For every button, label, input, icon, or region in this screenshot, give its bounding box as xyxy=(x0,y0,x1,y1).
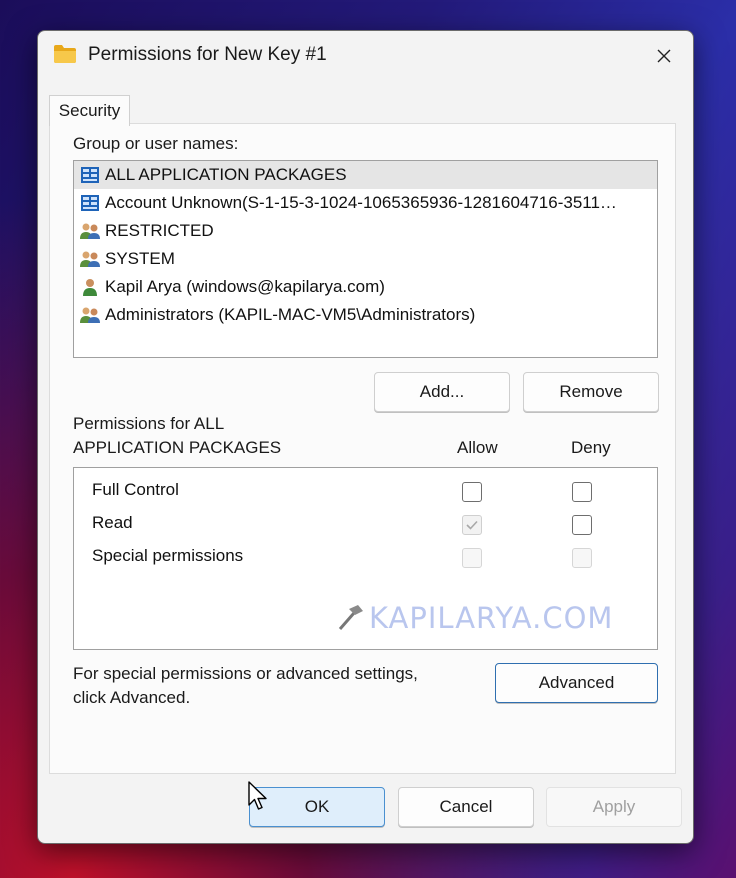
close-icon xyxy=(657,49,671,63)
permission-row-read: Read xyxy=(74,509,657,542)
list-item[interactable]: RESTRICTED xyxy=(74,217,657,245)
permission-name: Full Control xyxy=(92,480,179,499)
window-title: Permissions for New Key #1 xyxy=(88,44,327,65)
tab-security[interactable]: Security xyxy=(49,95,130,126)
folder-icon xyxy=(54,45,76,63)
cancel-button[interactable]: Cancel xyxy=(398,787,534,827)
user-icon xyxy=(83,279,97,296)
permissions-label-line1: Permissions for ALL xyxy=(73,414,225,433)
hammer-icon xyxy=(338,605,363,630)
app-packages-icon xyxy=(81,195,99,211)
security-panel: Group or user names: ALL APPLICATION PAC… xyxy=(49,123,676,774)
group-icon xyxy=(80,223,100,239)
list-item[interactable]: ALL APPLICATION PACKAGES xyxy=(74,161,657,189)
user-name: RESTRICTED xyxy=(105,221,214,240)
user-name: Administrators (KAPIL-MAC-VM5\Administra… xyxy=(105,305,476,324)
special-deny-checkbox[interactable] xyxy=(572,548,592,568)
special-allow-checkbox[interactable] xyxy=(462,548,482,568)
list-item[interactable]: Account Unknown(S-1-15-3-1024-1065365936… xyxy=(74,189,657,217)
permissions-list: Full Control Read Special permissions KA… xyxy=(73,467,658,650)
ok-button[interactable]: OK xyxy=(249,787,385,827)
permissions-label-line2: APPLICATION PACKAGES xyxy=(73,438,282,457)
deny-header: Deny xyxy=(571,438,611,457)
advanced-hint-line1: For special permissions or advanced sett… xyxy=(73,664,418,683)
users-label: Group or user names: xyxy=(73,134,239,153)
permissions-dialog: Permissions for New Key #1 Security Grou… xyxy=(37,30,694,844)
watermark-text: KAPILARYA.COM xyxy=(369,601,614,635)
user-list[interactable]: ALL APPLICATION PACKAGES Account Unknown… xyxy=(73,160,658,358)
permission-name: Read xyxy=(92,513,133,532)
user-name: Account Unknown(S-1-15-3-1024-1065365936… xyxy=(105,193,617,212)
permission-row-full-control: Full Control xyxy=(74,476,657,509)
allow-header: Allow xyxy=(457,438,498,457)
group-icon xyxy=(80,251,100,267)
list-item[interactable]: Administrators (KAPIL-MAC-VM5\Administra… xyxy=(74,301,657,329)
remove-button[interactable]: Remove xyxy=(523,372,659,412)
full-control-allow-checkbox[interactable] xyxy=(462,482,482,502)
read-deny-checkbox[interactable] xyxy=(572,515,592,535)
group-icon xyxy=(80,307,100,323)
user-name: SYSTEM xyxy=(105,249,175,268)
add-button[interactable]: Add... xyxy=(374,372,510,412)
read-allow-checkbox[interactable] xyxy=(462,515,482,535)
mouse-cursor-icon xyxy=(248,781,267,810)
permission-name: Special permissions xyxy=(92,546,244,565)
advanced-hint-line2: click Advanced. xyxy=(73,688,191,707)
list-item[interactable]: Kapil Arya (windows@kapilarya.com) xyxy=(74,273,657,301)
list-item[interactable]: SYSTEM xyxy=(74,245,657,273)
user-name: Kapil Arya (windows@kapilarya.com) xyxy=(105,277,385,296)
watermark: KAPILARYA.COM xyxy=(336,599,652,635)
full-control-deny-checkbox[interactable] xyxy=(572,482,592,502)
advanced-button[interactable]: Advanced xyxy=(495,663,658,703)
apply-button[interactable]: Apply xyxy=(546,787,682,827)
permission-row-special: Special permissions xyxy=(74,542,657,575)
checkmark-icon xyxy=(466,520,478,530)
app-packages-icon xyxy=(81,167,99,183)
close-button[interactable] xyxy=(648,41,680,71)
user-name: ALL APPLICATION PACKAGES xyxy=(105,165,347,184)
title-bar: Permissions for New Key #1 xyxy=(38,31,693,81)
